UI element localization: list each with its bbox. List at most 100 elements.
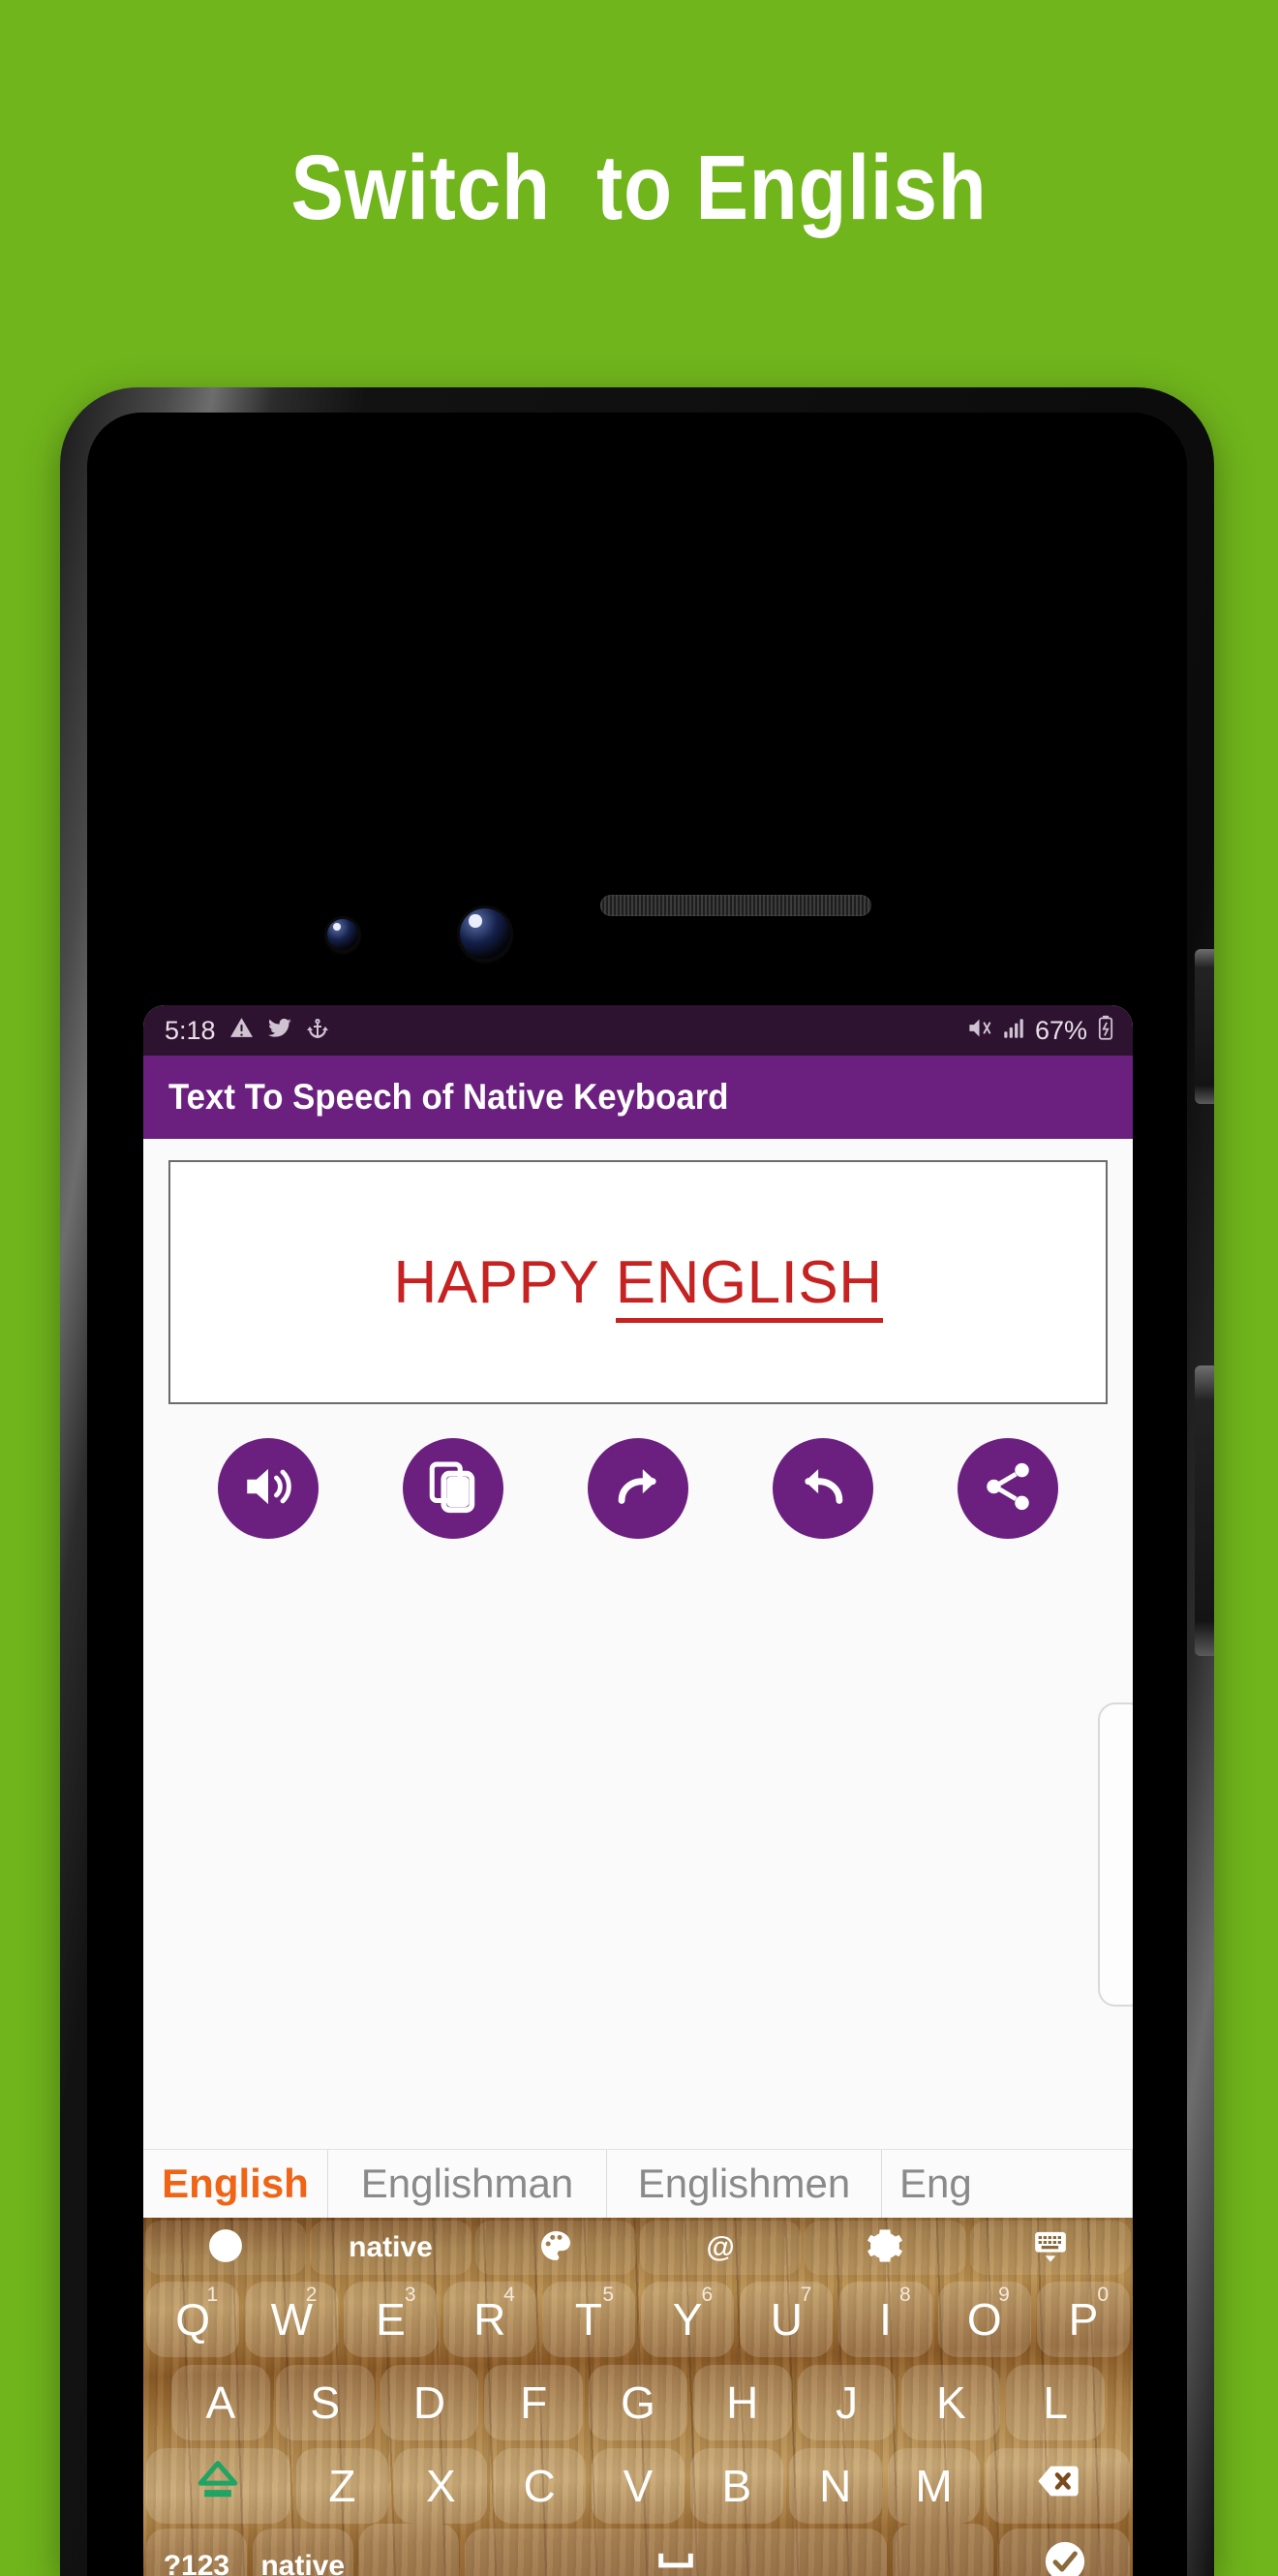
redo-button[interactable] [588, 1438, 688, 1539]
key-t-label: T [575, 2293, 602, 2346]
key-p-label: P [1069, 2293, 1099, 2346]
battery-icon [1096, 1015, 1115, 1046]
key-o-number: 9 [998, 2284, 1010, 2307]
app-bar: Text To Speech of Native Keyboard [143, 1056, 1133, 1139]
key-a[interactable]: A [171, 2365, 270, 2440]
warning-icon [229, 1016, 254, 1045]
key-j[interactable]: J [798, 2365, 897, 2440]
phone-screen: 5:18 [143, 1005, 1133, 2576]
speak-button[interactable] [218, 1438, 319, 1539]
key-l[interactable]: L [1006, 2365, 1105, 2440]
suggestion-item-2[interactable]: Englishmen [607, 2150, 882, 2218]
key-f[interactable]: F [484, 2365, 583, 2440]
speaker-icon [240, 1458, 296, 1519]
key-i-label: I [879, 2293, 892, 2346]
key-c[interactable]: C [493, 2448, 586, 2524]
undo-button[interactable] [773, 1438, 873, 1539]
front-camera-secondary-icon [327, 919, 358, 950]
gear-icon [866, 2226, 904, 2270]
keyboard-row-2: A S D F G H J K L [143, 2361, 1133, 2444]
key-i[interactable]: 8I [838, 2282, 931, 2357]
key-w-number: 2 [306, 2284, 318, 2307]
suggestion-item-0[interactable]: English [143, 2150, 328, 2218]
theme-key[interactable] [475, 2221, 636, 2275]
keyboard-row-3: Z X C V B N M [143, 2444, 1133, 2528]
suggestion-item-1[interactable]: Englishman [328, 2150, 607, 2218]
signal-icon [1001, 1016, 1026, 1046]
editor-text-underlined: ENGLISH [616, 1249, 883, 1323]
period-key[interactable]: . [893, 2524, 993, 2576]
app-title: Text To Speech of Native Keyboard [168, 1077, 729, 1118]
key-p-number: 0 [1097, 2284, 1109, 2307]
comma-key[interactable]: , [359, 2524, 460, 2576]
settings-key[interactable] [805, 2221, 965, 2275]
key-s[interactable]: S [276, 2365, 375, 2440]
earpiece-speaker [600, 895, 871, 916]
language-label-toolbar: native [349, 2231, 433, 2264]
key-q-label: Q [175, 2293, 210, 2346]
key-q[interactable]: 1Q [146, 2282, 239, 2357]
key-y[interactable]: 6Y [641, 2282, 734, 2357]
mute-icon [966, 1015, 992, 1046]
keyboard-row-1: 1Q 2W 3E 4R 5T 6Y 7U 8I 9O 0P [143, 2278, 1133, 2361]
battery-percent-label: 67% [1035, 1016, 1087, 1046]
at-symbol-key[interactable]: @ [640, 2221, 801, 2275]
key-q-number: 1 [207, 2284, 219, 2307]
key-z[interactable]: Z [296, 2448, 389, 2524]
key-h[interactable]: H [693, 2365, 792, 2440]
check-icon [1043, 2539, 1087, 2576]
promo-headline: Switch to English [89, 136, 1188, 241]
key-t[interactable]: 5T [542, 2282, 635, 2357]
action-button-row [143, 1438, 1133, 1539]
key-x[interactable]: X [394, 2448, 487, 2524]
key-u-number: 7 [801, 2284, 812, 2307]
key-e-label: E [376, 2293, 406, 2346]
power-button[interactable] [1195, 949, 1214, 1104]
emoji-key[interactable] [145, 2221, 306, 2275]
key-k[interactable]: K [901, 2365, 1000, 2440]
key-o[interactable]: 9O [938, 2282, 1031, 2357]
symbols-key[interactable]: ?123 [146, 2529, 247, 2576]
key-w[interactable]: 2W [245, 2282, 338, 2357]
shift-key[interactable] [146, 2448, 290, 2524]
key-v[interactable]: V [592, 2448, 685, 2524]
key-u-label: U [771, 2293, 803, 2346]
text-input-field[interactable]: HAPPY ENGLISH [168, 1160, 1108, 1404]
space-key[interactable] [465, 2529, 887, 2576]
enter-key[interactable] [999, 2529, 1130, 2576]
scroll-panel-edge[interactable] [1098, 1702, 1133, 2007]
key-d[interactable]: D [380, 2365, 479, 2440]
key-b[interactable]: B [690, 2448, 783, 2524]
key-r[interactable]: 4R [443, 2282, 536, 2357]
share-icon [980, 1458, 1036, 1519]
app-content: HAPPY ENGLISH [143, 1160, 1133, 2576]
backspace-icon [1036, 2459, 1080, 2514]
key-r-label: R [473, 2293, 505, 2346]
twitter-icon [267, 1016, 292, 1046]
key-g[interactable]: G [589, 2365, 687, 2440]
share-button[interactable] [958, 1438, 1058, 1539]
language-key[interactable]: native [253, 2529, 353, 2576]
backspace-key[interactable] [986, 2448, 1130, 2524]
suggestion-item-3[interactable]: Eng [882, 2150, 1133, 2218]
key-y-number: 6 [702, 2284, 714, 2307]
key-p[interactable]: 0P [1037, 2282, 1130, 2357]
copy-button[interactable] [403, 1438, 503, 1539]
key-n[interactable]: N [789, 2448, 882, 2524]
language-key-toolbar[interactable]: native [310, 2221, 471, 2275]
key-m[interactable]: M [888, 2448, 981, 2524]
phone-mockup: 5:18 [60, 387, 1214, 2576]
keyboard-toolbar: native @ [143, 2218, 1133, 2278]
key-o-label: O [967, 2293, 1002, 2346]
front-camera-primary-icon [460, 908, 510, 959]
key-u[interactable]: 7U [740, 2282, 833, 2357]
keyboard-row-4: ?123 native , . [143, 2528, 1133, 2576]
emoji-icon [206, 2226, 245, 2270]
suggestion-bar: English Englishman Englishmen Eng [143, 2149, 1133, 2218]
on-screen-keyboard: native @ [143, 2218, 1133, 2576]
key-t-number: 5 [602, 2284, 614, 2307]
hide-keyboard-key[interactable] [970, 2221, 1131, 2275]
key-e[interactable]: 3E [344, 2282, 437, 2357]
anchor-icon [306, 1017, 329, 1045]
volume-button[interactable] [1195, 1365, 1214, 1656]
